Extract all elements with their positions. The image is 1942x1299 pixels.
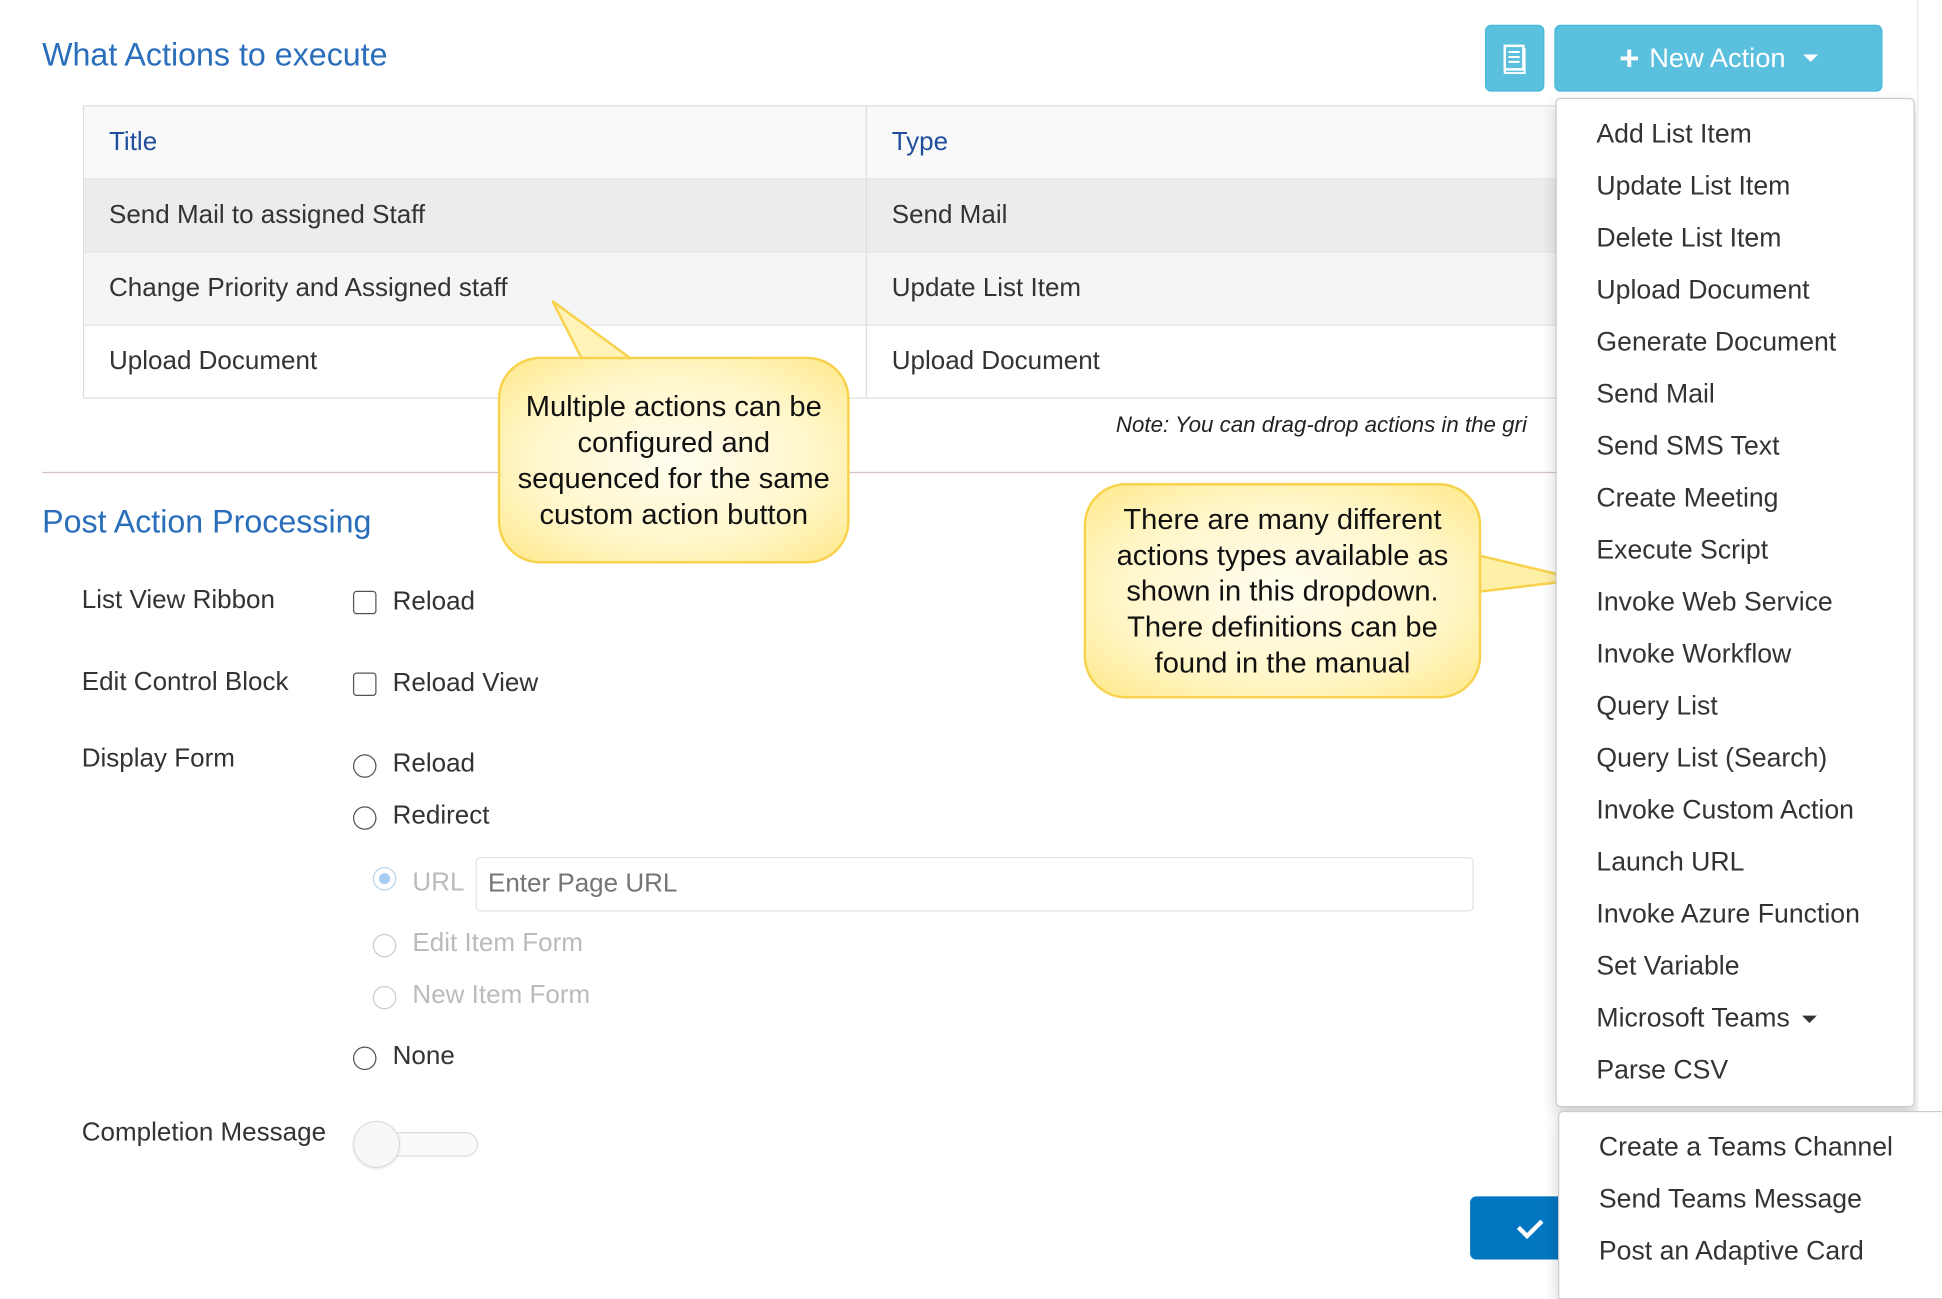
menu-item[interactable]: Delete List Item	[1596, 223, 1781, 254]
menu-item-label: Parse CSV	[1596, 1055, 1729, 1085]
menu-item-label: Generate Document	[1596, 326, 1837, 357]
menu-item[interactable]: Add List Item	[1596, 119, 1751, 150]
menu-item[interactable]: Generate Document	[1596, 327, 1836, 358]
menu-item-label: Execute Script	[1596, 535, 1769, 565]
new-action-dropdown: Add List Item Update List Item Delete List…	[1555, 97, 1915, 1108]
submenu-item[interactable]: Create a Teams Channel	[1599, 1132, 1893, 1163]
menu-item[interactable]: Invoke Web Service	[1596, 587, 1832, 618]
scrollbar-track[interactable]	[1917, 0, 1942, 1111]
menu-item[interactable]: Invoke Azure Function	[1596, 899, 1859, 930]
teams-submenu: Create a Teams Channel Send Teams Message…	[1558, 1110, 1942, 1299]
menu-item[interactable]: Invoke Workflow	[1596, 639, 1791, 670]
callout-action-types: There are many different actions types a…	[1083, 483, 1482, 699]
menu-item-label: Send Mail	[1596, 378, 1715, 409]
submenu-item[interactable]: Send Teams Message	[1599, 1184, 1862, 1215]
menu-item-label: Invoke Azure Function	[1596, 899, 1860, 929]
menu-item[interactable]: Invoke Custom Action	[1596, 795, 1854, 826]
menu-item-label: Microsoft Teams	[1596, 1003, 1790, 1033]
menu-item[interactable]: Query List (Search)	[1596, 743, 1827, 774]
menu-item[interactable]: Send SMS Text	[1596, 431, 1779, 462]
caret-down-icon	[1802, 1015, 1818, 1024]
menu-item[interactable]: Execute Script	[1596, 535, 1768, 566]
menu-item-label: Invoke Custom Action	[1596, 795, 1854, 825]
menu-item-label: Create Meeting	[1596, 483, 1779, 513]
menu-item[interactable]: Microsoft Teams	[1596, 1003, 1818, 1034]
callout-multiple-actions: Multiple actions can be configured and s…	[497, 356, 850, 564]
menu-item[interactable]: Create Meeting	[1596, 483, 1778, 514]
menu-item[interactable]: Send Mail	[1596, 379, 1714, 410]
menu-item-label: Invoke Web Service	[1596, 587, 1833, 617]
menu-item-label: Query List	[1596, 691, 1718, 721]
menu-item-label: Upload Document	[1596, 274, 1810, 305]
menu-item[interactable]: Upload Document	[1596, 275, 1809, 306]
menu-item-label: Delete List Item	[1596, 222, 1782, 253]
menu-item-label: Invoke Workflow	[1596, 639, 1792, 669]
page: What Actions to execute + New Action Tit…	[0, 0, 1942, 1299]
menu-item[interactable]: Launch URL	[1596, 847, 1744, 878]
submenu-item[interactable]: Post an Adaptive Card	[1599, 1236, 1864, 1267]
menu-item-label: Launch URL	[1596, 847, 1745, 877]
menu-item-label: Update List Item	[1596, 170, 1791, 201]
menu-item-label: Query List (Search)	[1596, 743, 1828, 773]
menu-item[interactable]: Parse CSV	[1596, 1055, 1728, 1086]
menu-item-label: Set Variable	[1596, 951, 1740, 981]
menu-item-label: Add List Item	[1596, 118, 1752, 149]
menu-item-label: Send SMS Text	[1596, 430, 1780, 461]
menu-item[interactable]: Query List	[1596, 691, 1717, 722]
menu-item[interactable]: Update List Item	[1596, 171, 1790, 202]
menu-item[interactable]: Set Variable	[1596, 951, 1739, 982]
